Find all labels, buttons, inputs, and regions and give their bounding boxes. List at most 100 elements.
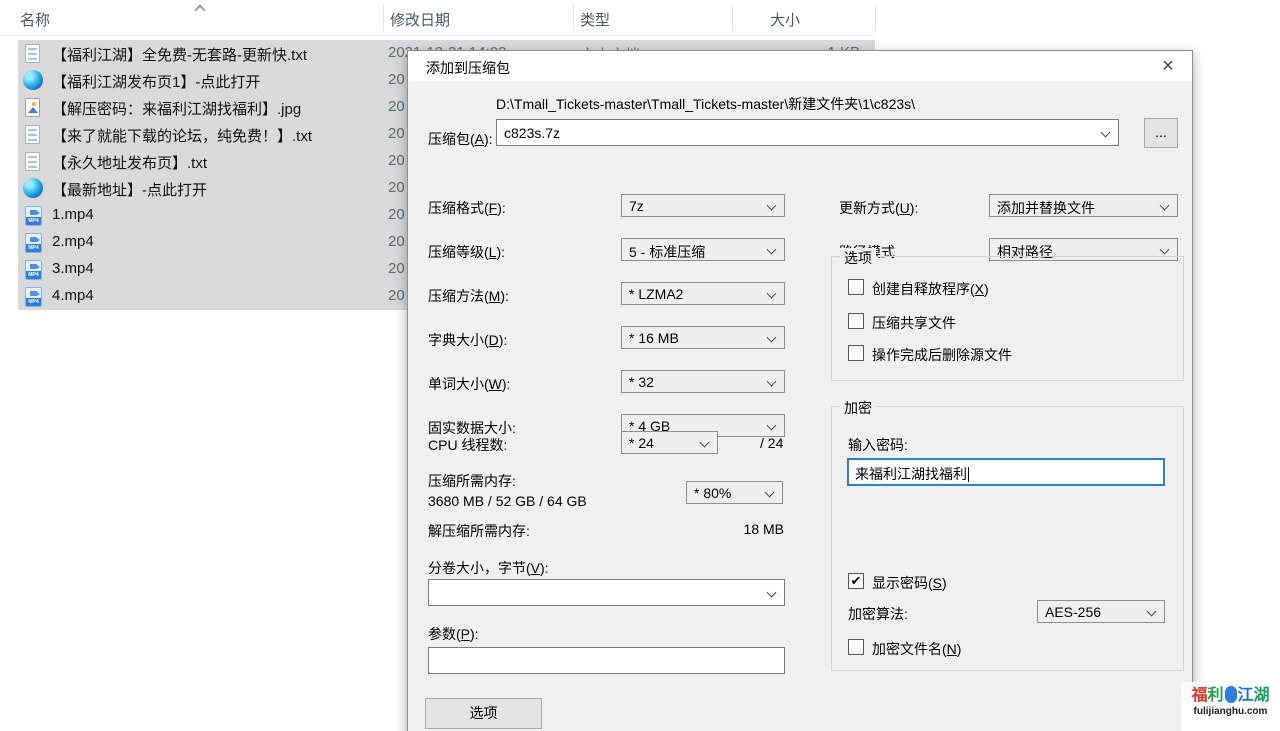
cpu-threads-combobox[interactable]: * 24 [621, 431, 718, 454]
chevron-down-icon[interactable] [1160, 245, 1170, 255]
edge-browser-icon [23, 178, 43, 198]
archive-name-combobox[interactable]: c823s.7z [496, 119, 1119, 146]
file-name: 【解压密码：来福利江湖找福利】.jpg [52, 98, 301, 119]
edge-browser-icon [23, 70, 43, 90]
parameters-label: 参数(P): [428, 624, 479, 644]
screen: 名称 修改日期 类型 大小 【福利江湖】全免费-无套路-更新快.txt 2021… [0, 0, 1280, 731]
file-date: 20 [388, 152, 405, 169]
header-divider [0, 35, 875, 36]
column-header-date[interactable]: 修改日期 [390, 9, 450, 30]
dialog-title: 添加到压缩包 [426, 58, 510, 78]
encryption-groupbox: 加密 输入密码: 来福利江湖找福利 ✔ 显示密码(S) 加密算法: AES-25… [831, 406, 1184, 671]
extract-memory-value: 18 MB [428, 521, 784, 537]
column-divider[interactable] [732, 5, 733, 31]
memory-label: 压缩所需内存: [428, 471, 516, 491]
mp4-file-icon: MP4 [25, 287, 42, 307]
column-divider[interactable] [383, 5, 384, 31]
encryption-method-label: 加密算法: [848, 604, 908, 624]
file-name: 【福利江湖发布页1】-点此打开 [52, 71, 260, 92]
chevron-down-icon[interactable] [767, 421, 777, 431]
watermark-domain: fulijianghu.com [1181, 706, 1280, 717]
dialog-titlebar[interactable]: 添加到压缩包 × [408, 51, 1192, 81]
password-label: 输入密码: [848, 435, 908, 455]
chevron-down-icon[interactable] [1160, 201, 1170, 211]
mp4-file-icon: MP4 [25, 206, 42, 226]
cpu-threads-max: / 24 [760, 435, 783, 451]
volume-size-label: 分卷大小，字节(V): [428, 558, 549, 578]
add-to-archive-dialog: 添加到压缩包 × 压缩包(A): D:\Tmall_Tickets-master… [407, 50, 1193, 731]
volume-size-combobox[interactable] [428, 579, 785, 606]
mp4-file-icon: MP4 [25, 260, 42, 280]
options-groupbox: 选项 创建自释放程序(X) 压缩共享文件 操作完成后删除源文件 [831, 256, 1184, 381]
checkbox-checked[interactable]: ✔ [848, 573, 864, 589]
column-divider[interactable] [573, 5, 574, 31]
mp4-file-icon: MP4 [25, 233, 42, 253]
dictionary-label: 字典大小(D): [428, 330, 507, 350]
file-name: 3.mp4 [52, 260, 94, 277]
parameters-input[interactable] [428, 647, 785, 674]
column-header-type[interactable]: 类型 [580, 9, 610, 30]
text-file-icon [25, 152, 40, 171]
update-mode-label: 更新方式(U): [839, 198, 918, 218]
watermark-logo: 福利江湖 [1181, 686, 1280, 706]
checkbox[interactable] [848, 639, 864, 655]
memory-percent-combobox[interactable]: * 80% [686, 481, 783, 504]
browse-button[interactable]: ... [1144, 118, 1178, 148]
chevron-down-icon[interactable] [767, 588, 777, 598]
encryption-method-combobox[interactable]: AES-256 [1037, 600, 1165, 623]
text-file-icon [25, 44, 40, 63]
file-name: 4.mp4 [52, 287, 94, 304]
checkbox[interactable] [848, 279, 864, 295]
chevron-down-icon[interactable] [767, 333, 777, 343]
mouse-icon [1225, 686, 1237, 703]
chevron-down-icon[interactable] [1147, 607, 1157, 617]
file-name: 1.mp4 [52, 206, 94, 223]
chevron-down-icon[interactable] [767, 289, 777, 299]
text-file-icon [25, 125, 40, 144]
checkbox[interactable] [848, 345, 864, 361]
dialog-body: 压缩包(A): D:\Tmall_Tickets-master\Tmall_Ti… [408, 81, 1192, 731]
close-icon[interactable]: × [1154, 53, 1182, 79]
file-name: 【最新地址】-点此打开 [52, 179, 207, 200]
format-label: 压缩格式(F): [428, 198, 506, 218]
file-date: 20 [388, 287, 405, 304]
file-date: 20 [388, 71, 405, 88]
file-date: 20 [388, 179, 405, 196]
chevron-down-icon[interactable] [767, 377, 777, 387]
text-caret [968, 467, 969, 482]
format-combobox[interactable]: 7z [621, 194, 785, 217]
chevron-down-icon[interactable] [767, 201, 777, 211]
level-combobox[interactable]: 5 - 标准压缩 [621, 238, 785, 261]
checkbox[interactable] [848, 313, 864, 329]
method-label: 压缩方法(M): [428, 286, 509, 306]
word-size-label: 单词大小(W): [428, 374, 510, 394]
file-name: 2.mp4 [52, 233, 94, 250]
site-watermark: 福利江湖 fulijianghu.com [1181, 682, 1280, 731]
chevron-down-icon[interactable] [767, 245, 777, 255]
options-group-title: 选项 [840, 248, 876, 268]
dictionary-combobox[interactable]: * 16 MB [621, 326, 785, 349]
column-divider[interactable] [875, 5, 876, 31]
chevron-down-icon[interactable] [1101, 128, 1111, 138]
memory-detail: 3680 MB / 52 GB / 64 GB [428, 493, 587, 509]
word-size-combobox[interactable]: * 32 [621, 370, 785, 393]
chevron-down-icon[interactable] [700, 438, 710, 448]
chevron-down-icon[interactable] [765, 488, 775, 498]
update-mode-combobox[interactable]: 添加并替换文件 [989, 194, 1178, 217]
file-date: 20 [388, 260, 405, 277]
password-input[interactable]: 来福利江湖找福利 [847, 458, 1165, 486]
method-combobox[interactable]: * LZMA2 [621, 282, 785, 305]
file-date: 20 [388, 98, 405, 115]
options-button[interactable]: 选项 [425, 698, 542, 729]
archive-label: 压缩包(A): [428, 129, 493, 149]
image-file-icon [25, 98, 40, 117]
file-name: 【来了就能下载的论坛，纯免费！】.txt [52, 125, 312, 146]
encryption-group-title: 加密 [840, 398, 876, 418]
column-header-size[interactable]: 大小 [770, 9, 800, 30]
file-date: 20 [388, 206, 405, 223]
file-name: 【永久地址发布页】.txt [52, 152, 207, 173]
archive-name-value: c823s.7z [504, 125, 560, 141]
file-name: 【福利江湖】全免费-无套路-更新快.txt [52, 44, 307, 65]
column-header-name[interactable]: 名称 [20, 9, 50, 30]
archive-directory-path: D:\Tmall_Tickets-master\Tmall_Tickets-ma… [496, 94, 915, 114]
